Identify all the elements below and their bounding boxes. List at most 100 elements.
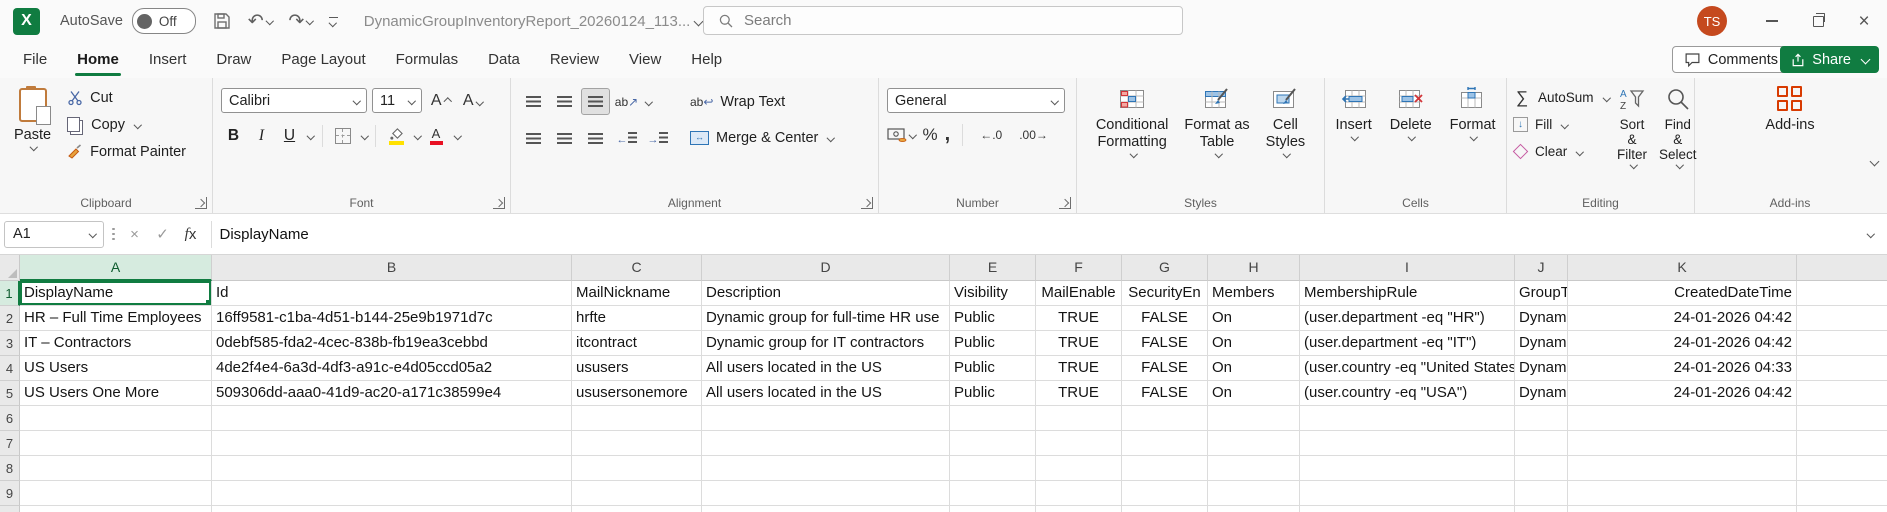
cell-A2[interactable]: HR – Full Time Employees	[20, 306, 212, 331]
clear-button[interactable]: Clear	[1513, 138, 1609, 165]
cell-K6[interactable]	[1568, 406, 1797, 431]
cell-D2[interactable]: Dynamic group for full-time HR use	[702, 306, 950, 331]
font-name-combo[interactable]: Calibri	[221, 88, 367, 113]
cell-E2[interactable]: Public	[950, 306, 1036, 331]
undo-button[interactable]: ↶	[248, 12, 272, 31]
cell-C3[interactable]: itcontract	[572, 331, 702, 356]
accounting-format-button[interactable]	[887, 127, 916, 143]
cell-H5[interactable]: On	[1208, 381, 1300, 406]
cell-D7[interactable]	[702, 431, 950, 456]
decrease-indent-button[interactable]: ←	[612, 125, 641, 152]
cell-E3[interactable]: Public	[950, 331, 1036, 356]
tab-help[interactable]: Help	[676, 42, 737, 78]
cell-B9[interactable]	[212, 481, 572, 506]
cell-E7[interactable]	[950, 431, 1036, 456]
cell-K8[interactable]	[1568, 456, 1797, 481]
row-header-8[interactable]: 8	[0, 456, 20, 481]
cell-J7[interactable]	[1515, 431, 1568, 456]
row-header-6[interactable]: 6	[0, 406, 20, 431]
comma-style-button[interactable]: ,	[945, 123, 951, 146]
cell-F9[interactable]	[1036, 481, 1122, 506]
row-header-10[interactable]: 10	[0, 506, 20, 512]
tab-review[interactable]: Review	[535, 42, 614, 78]
cell-D1[interactable]: Description	[702, 281, 950, 306]
cell-G2[interactable]: FALSE	[1122, 306, 1208, 331]
row-header-3[interactable]: 3	[0, 331, 20, 356]
cell-C7[interactable]	[572, 431, 702, 456]
column-header-D[interactable]: D	[702, 255, 950, 281]
row-header-1[interactable]: 1	[0, 281, 20, 306]
column-header-C[interactable]: C	[572, 255, 702, 281]
restore-button[interactable]	[1795, 0, 1841, 42]
cell-I3[interactable]: (user.department -eq "IT")	[1300, 331, 1515, 356]
column-header-B[interactable]: B	[212, 255, 572, 281]
quick-access-customize-button[interactable]	[329, 17, 338, 26]
cell-D6[interactable]	[702, 406, 950, 431]
cell-K1[interactable]: CreatedDateTime	[1568, 281, 1797, 306]
delete-cells-button[interactable]: Delete	[1384, 84, 1438, 182]
cell-G1[interactable]: SecurityEn	[1122, 281, 1208, 306]
cell-F7[interactable]	[1036, 431, 1122, 456]
cell-A4[interactable]: US Users	[20, 356, 212, 381]
cell-A1[interactable]: DisplayName	[20, 281, 212, 306]
cell-G7[interactable]	[1122, 431, 1208, 456]
fill-color-button[interactable]	[384, 123, 409, 148]
cell-K7[interactable]	[1568, 431, 1797, 456]
chevron-down-icon[interactable]	[645, 98, 653, 106]
cell-D9[interactable]	[702, 481, 950, 506]
tab-file[interactable]: File	[8, 42, 62, 78]
tab-draw[interactable]: Draw	[201, 42, 266, 78]
minimize-button[interactable]	[1749, 0, 1795, 42]
cell-C4[interactable]: ususers	[572, 356, 702, 381]
cell-D8[interactable]	[702, 456, 950, 481]
chevron-down-icon[interactable]	[360, 132, 368, 140]
cell-I9[interactable]	[1300, 481, 1515, 506]
font-color-button[interactable]: A	[424, 123, 449, 148]
cell-K5[interactable]: 24-01-2026 04:42	[1568, 381, 1797, 406]
cell-B6[interactable]	[212, 406, 572, 431]
cell-E9[interactable]	[950, 481, 1036, 506]
insert-cells-button[interactable]: Insert	[1329, 84, 1377, 182]
cell-C1[interactable]: MailNickname	[572, 281, 702, 306]
cell-B3[interactable]: 0debf585-fda2-4cec-838b-fb19ea3cebbd	[212, 331, 572, 356]
cell-J2[interactable]: Dynamic	[1515, 306, 1568, 331]
row-header-4[interactable]: 4	[0, 356, 20, 381]
tab-page-layout[interactable]: Page Layout	[266, 42, 380, 78]
cell-A10[interactable]	[20, 506, 212, 512]
select-all-button[interactable]	[0, 255, 20, 281]
column-header-G[interactable]: G	[1122, 255, 1208, 281]
cell-J3[interactable]: Dynamic	[1515, 331, 1568, 356]
cell-J8[interactable]	[1515, 456, 1568, 481]
cell-J1[interactable]: GroupTy	[1515, 281, 1568, 306]
row-header-7[interactable]: 7	[0, 431, 20, 456]
enter-button[interactable]: ✓	[151, 222, 175, 246]
chevron-down-icon[interactable]	[307, 132, 315, 140]
borders-button[interactable]	[331, 123, 356, 148]
top-align-button[interactable]	[519, 88, 548, 115]
cell-H3[interactable]: On	[1208, 331, 1300, 356]
tab-data[interactable]: Data	[473, 42, 535, 78]
cell-K10[interactable]	[1568, 506, 1797, 512]
insert-function-button[interactable]: fx	[179, 222, 203, 246]
copy-button[interactable]: Copy	[67, 111, 186, 138]
formula-bar-expand-icon[interactable]	[1866, 230, 1874, 238]
cell-C6[interactable]	[572, 406, 702, 431]
column-header-I[interactable]: I	[1300, 255, 1515, 281]
cell-G6[interactable]	[1122, 406, 1208, 431]
column-header-K[interactable]: K	[1568, 255, 1797, 281]
cell-D4[interactable]: All users located in the US	[702, 356, 950, 381]
cell-G4[interactable]: FALSE	[1122, 356, 1208, 381]
cell-A3[interactable]: IT – Contractors	[20, 331, 212, 356]
italic-button[interactable]: I	[249, 123, 274, 148]
cell-C9[interactable]	[572, 481, 702, 506]
align-center-button[interactable]	[550, 125, 579, 152]
save-button[interactable]	[212, 11, 232, 31]
cell-I2[interactable]: (user.department -eq "HR")	[1300, 306, 1515, 331]
cell-E1[interactable]: Visibility	[950, 281, 1036, 306]
align-left-button[interactable]	[519, 125, 548, 152]
bold-button[interactable]: B	[221, 123, 246, 148]
cell-B5[interactable]: 509306dd-aaa0-41d9-ac20-a171c38599e4	[212, 381, 572, 406]
cut-button[interactable]: Cut	[67, 84, 186, 111]
excel-logo-icon[interactable]: X	[13, 8, 40, 35]
cell-F10[interactable]	[1036, 506, 1122, 512]
